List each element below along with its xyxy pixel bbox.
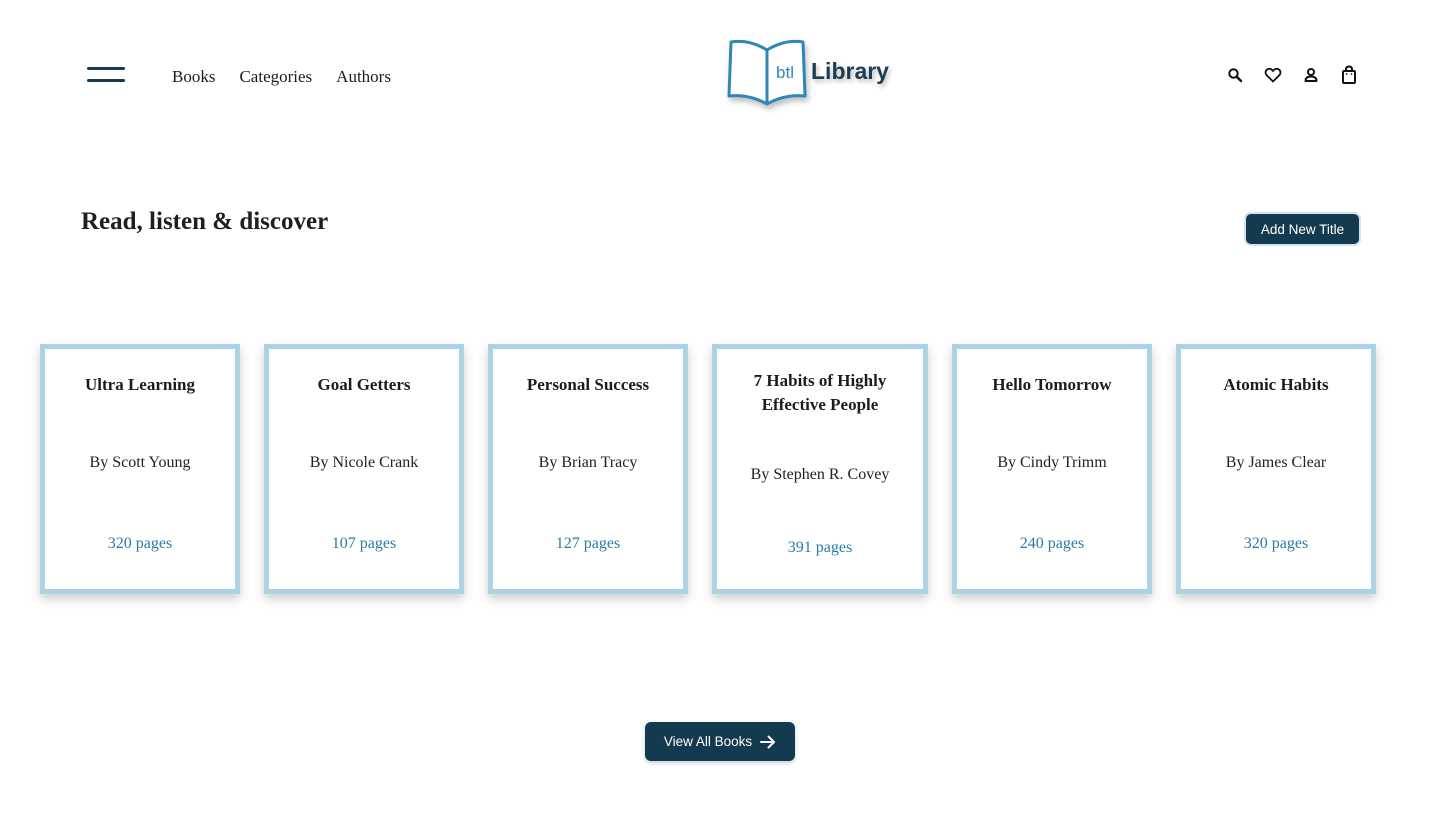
book-author: By Nicole Crank — [309, 454, 419, 471]
book-title: Personal Success — [526, 375, 650, 394]
book-card[interactable]: Personal Success By Brian Tracy 127 page… — [488, 344, 688, 594]
section-title: Read, listen & discover — [81, 208, 329, 235]
book-pages: 320 pages — [107, 535, 173, 552]
book-pages: 391 pages — [787, 539, 853, 556]
view-all-books-label: View All Books — [663, 734, 753, 749]
book-author: By Stephen R. Covey — [750, 466, 890, 483]
hamburger-menu-icon[interactable] — [87, 66, 125, 84]
book-title: Atomic Habits — [1223, 375, 1329, 394]
book-card[interactable]: 7 Habits of Highly Effective People By S… — [712, 344, 928, 594]
heart-icon[interactable] — [1264, 64, 1282, 86]
nav-link-categories[interactable]: Categories — [239, 67, 312, 87]
arrow-right-icon — [760, 735, 776, 749]
nav-link-books[interactable]: Books — [172, 67, 215, 87]
book-pages: 320 pages — [1243, 535, 1309, 552]
view-all-books-button[interactable]: View All Books — [645, 722, 795, 761]
book-pages: 127 pages — [555, 535, 621, 552]
header-actions — [1226, 64, 1358, 86]
book-title: Goal Getters — [317, 375, 411, 394]
add-new-title-button[interactable]: Add New Title — [1246, 214, 1359, 244]
book-author: By Cindy Trimm — [997, 454, 1107, 471]
book-card[interactable]: Atomic Habits By James Clear 320 pages — [1176, 344, 1376, 594]
book-pages: 107 pages — [331, 535, 397, 552]
book-card[interactable]: Goal Getters By Nicole Crank 107 pages — [264, 344, 464, 594]
logo-text: Library — [811, 58, 889, 84]
book-card[interactable]: Ultra Learning By Scott Young 320 pages — [40, 344, 240, 594]
svg-text:btl: btl — [776, 63, 794, 82]
shopping-bag-icon[interactable] — [1340, 64, 1358, 86]
book-title: Ultra Learning — [84, 375, 196, 394]
site-logo[interactable]: btl Library — [727, 36, 897, 116]
book-author: By Scott Young — [89, 454, 191, 471]
book-pages: 240 pages — [1019, 535, 1085, 552]
book-card[interactable]: Hello Tomorrow By Cindy Trimm 240 pages — [952, 344, 1152, 594]
search-icon[interactable] — [1226, 64, 1244, 86]
user-icon[interactable] — [1302, 64, 1320, 86]
book-title: 7 Habits of Highly Effective People — [753, 371, 887, 414]
book-title: Hello Tomorrow — [992, 375, 1112, 394]
open-book-icon: btl — [727, 39, 807, 106]
nav-link-authors[interactable]: Authors — [336, 67, 391, 87]
book-author: By James Clear — [1225, 454, 1327, 471]
book-author: By Brian Tracy — [538, 454, 638, 471]
main-nav: Books Categories Authors — [172, 67, 391, 87]
